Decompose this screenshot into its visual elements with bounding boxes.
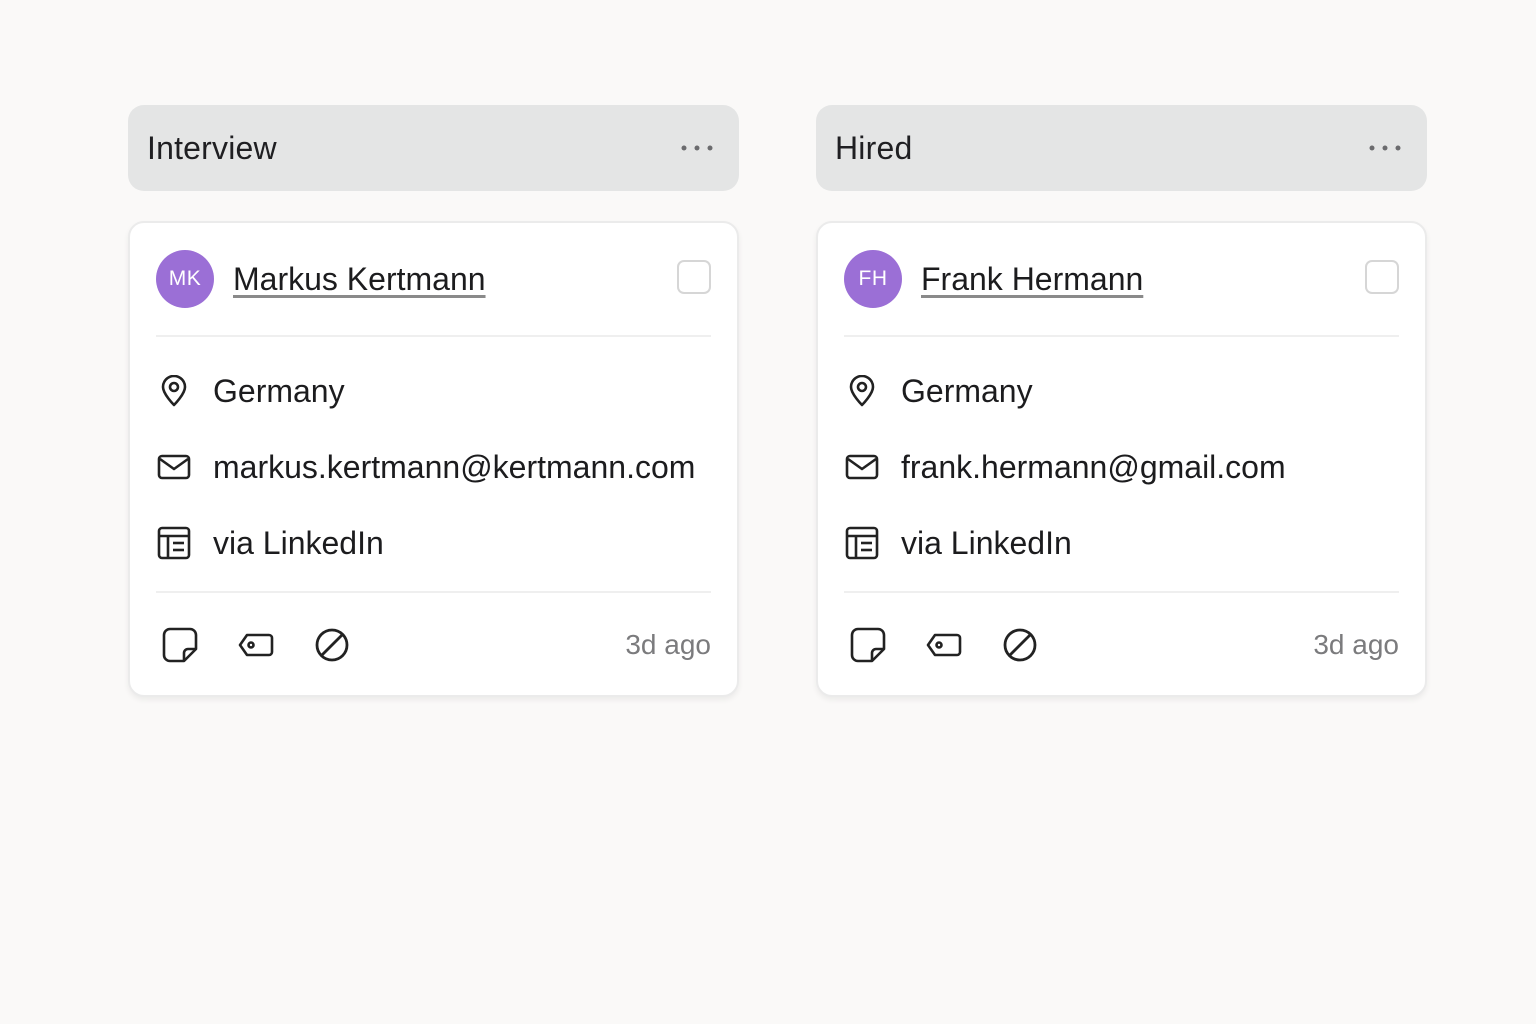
candidate-name-link[interactable]: Markus Kertmann [233,261,486,298]
source-row: via LinkedIn [844,505,1399,581]
email-row: frank.hermann@gmail.com [844,429,1399,505]
ban-icon[interactable] [1000,625,1040,665]
candidate-card[interactable]: MK Markus Kertmann Germany markus.kertma… [128,221,739,697]
ban-icon[interactable] [312,625,352,665]
tag-icon[interactable] [924,625,964,665]
source-table-icon [844,525,880,561]
more-horizontal-icon[interactable] [1365,133,1405,163]
email-text[interactable]: markus.kertmann@kertmann.com [213,449,695,486]
avatar: FH [844,250,902,308]
column-title: Hired [835,129,913,166]
timestamp: 3d ago [625,629,711,660]
location-text: Germany [213,372,345,409]
mail-icon [844,449,880,485]
card-footer: 3d ago [156,593,711,697]
location-text: Germany [901,372,1033,409]
tag-icon[interactable] [236,625,276,665]
kanban-board: Interview MK Markus Kertmann Germany mar… [128,105,1427,697]
card-header: FH Frank Hermann [844,223,1399,337]
map-pin-icon [844,373,880,409]
timestamp: 3d ago [1313,629,1399,660]
source-text: via LinkedIn [901,524,1072,561]
sticky-note-icon[interactable] [160,625,200,665]
map-pin-icon [156,373,192,409]
source-row: via LinkedIn [156,505,711,581]
sticky-note-icon[interactable] [848,625,888,665]
more-horizontal-icon[interactable] [677,133,717,163]
mail-icon [156,449,192,485]
email-row: markus.kertmann@kertmann.com [156,429,711,505]
candidate-details: Germany frank.hermann@gmail.com via Link… [844,337,1399,593]
select-checkbox[interactable] [1365,260,1399,294]
location-row: Germany [844,353,1399,429]
candidate-details: Germany markus.kertmann@kertmann.com via… [156,337,711,593]
column-interview: Interview MK Markus Kertmann Germany mar… [128,105,739,697]
column-header: Hired [816,105,1427,191]
select-checkbox[interactable] [677,260,711,294]
column-title: Interview [147,129,277,166]
location-row: Germany [156,353,711,429]
source-text: via LinkedIn [213,524,384,561]
candidate-name-link[interactable]: Frank Hermann [921,261,1143,298]
candidate-card[interactable]: FH Frank Hermann Germany frank.hermann@g… [816,221,1427,697]
column-header: Interview [128,105,739,191]
card-header: MK Markus Kertmann [156,223,711,337]
column-hired: Hired FH Frank Hermann Germany frank.her… [816,105,1427,697]
card-footer: 3d ago [844,593,1399,697]
email-text[interactable]: frank.hermann@gmail.com [901,449,1286,486]
avatar: MK [156,250,214,308]
source-table-icon [156,525,192,561]
